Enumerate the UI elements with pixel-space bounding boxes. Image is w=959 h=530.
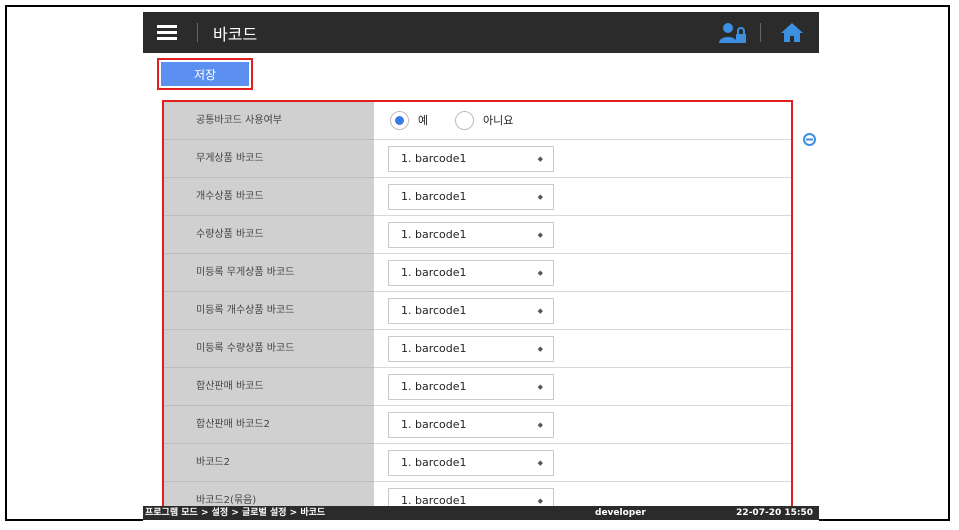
row-barcode-setting: 수량상품 바코드 1. barcode1 ◆ bbox=[164, 216, 791, 254]
select-value: 1. barcode1 bbox=[401, 190, 467, 203]
select-arrow-icon: ◆ bbox=[537, 231, 543, 239]
radio-no[interactable] bbox=[455, 111, 474, 130]
header-divider bbox=[760, 23, 761, 42]
row-label: 미등록 수량상품 바코드 bbox=[164, 330, 374, 368]
select-value: 1. barcode1 bbox=[401, 418, 467, 431]
select-value: 1. barcode1 bbox=[401, 152, 467, 165]
select-arrow-icon: ◆ bbox=[537, 269, 543, 277]
radio-yes[interactable] bbox=[390, 111, 409, 130]
datetime: 22-07-20 15:50 bbox=[736, 508, 813, 518]
row-barcode-setting: 미등록 무게상품 바코드 1. barcode1 ◆ bbox=[164, 254, 791, 292]
select-arrow-icon: ◆ bbox=[537, 383, 543, 391]
barcode-settings-form: 공통바코드 사용여부 예 아니요 무게상품 바코드 1. barcode1 ◆ 개… bbox=[162, 100, 793, 513]
status-bar: 프로그램 모드 > 설정 > 글로벌 설정 > 바코드 developer 22… bbox=[143, 506, 819, 520]
select-value: 1. barcode1 bbox=[401, 456, 467, 469]
row-value: 1. barcode1 ◆ bbox=[374, 254, 791, 292]
row-value: 1. barcode1 ◆ bbox=[374, 368, 791, 406]
select-arrow-icon: ◆ bbox=[537, 193, 543, 201]
top-bar: 바코드 bbox=[143, 12, 819, 53]
select-value: 1. barcode1 bbox=[401, 304, 467, 317]
row-barcode-setting: 미등록 수량상품 바코드 1. barcode1 ◆ bbox=[164, 330, 791, 368]
barcode-select[interactable]: 1. barcode1 ◆ bbox=[388, 450, 554, 476]
row-value: 1. barcode1 ◆ bbox=[374, 406, 791, 444]
save-button-label: 저장 bbox=[161, 62, 249, 86]
select-value: 1. barcode1 bbox=[401, 380, 467, 393]
row-label: 합산판매 바코드2 bbox=[164, 406, 374, 444]
radio-no-label: 아니요 bbox=[483, 114, 514, 127]
row-barcode-setting: 바코드2 1. barcode1 ◆ bbox=[164, 444, 791, 482]
current-user: developer bbox=[595, 508, 646, 518]
row-label: 무게상품 바코드 bbox=[164, 140, 374, 178]
barcode-select[interactable]: 1. barcode1 ◆ bbox=[388, 298, 554, 324]
barcode-select[interactable]: 1. barcode1 ◆ bbox=[388, 412, 554, 438]
row-value: 1. barcode1 ◆ bbox=[374, 140, 791, 178]
save-button[interactable]: 저장 bbox=[157, 58, 253, 90]
row-value: 1. barcode1 ◆ bbox=[374, 292, 791, 330]
user-lock-icon[interactable] bbox=[719, 22, 747, 44]
row-value: 1. barcode1 ◆ bbox=[374, 330, 791, 368]
breadcrumb: 프로그램 모드 > 설정 > 글로벌 설정 > 바코드 bbox=[145, 508, 326, 518]
row-barcode-setting: 무게상품 바코드 1. barcode1 ◆ bbox=[164, 140, 791, 178]
row-value: 1. barcode1 ◆ bbox=[374, 178, 791, 216]
row-label: 미등록 개수상품 바코드 bbox=[164, 292, 374, 330]
row-barcode-setting: 합산판매 바코드 1. barcode1 ◆ bbox=[164, 368, 791, 406]
barcode-select[interactable]: 1. barcode1 ◆ bbox=[388, 374, 554, 400]
header-divider bbox=[197, 23, 198, 42]
select-arrow-icon: ◆ bbox=[537, 421, 543, 429]
barcode-select[interactable]: 1. barcode1 ◆ bbox=[388, 336, 554, 362]
select-value: 1. barcode1 bbox=[401, 228, 467, 241]
barcode-select[interactable]: 1. barcode1 ◆ bbox=[388, 260, 554, 286]
row-label: 미등록 무게상품 바코드 bbox=[164, 254, 374, 292]
row-use-common-barcode: 공통바코드 사용여부 예 아니요 bbox=[164, 102, 791, 140]
row-value: 1. barcode1 ◆ bbox=[374, 444, 791, 482]
row-label: 합산판매 바코드 bbox=[164, 368, 374, 406]
row-label: 공통바코드 사용여부 bbox=[164, 102, 374, 140]
row-label: 개수상품 바코드 bbox=[164, 178, 374, 216]
select-value: 1. barcode1 bbox=[401, 342, 467, 355]
select-arrow-icon: ◆ bbox=[537, 345, 543, 353]
row-value: 1. barcode1 ◆ bbox=[374, 216, 791, 254]
page-title: 바코드 bbox=[213, 25, 258, 44]
hamburger-menu-icon[interactable] bbox=[157, 22, 179, 42]
barcode-select[interactable]: 1. barcode1 ◆ bbox=[388, 222, 554, 248]
radio-yes-label: 예 bbox=[418, 114, 429, 127]
row-label: 수량상품 바코드 bbox=[164, 216, 374, 254]
select-arrow-icon: ◆ bbox=[537, 307, 543, 315]
barcode-select[interactable]: 1. barcode1 ◆ bbox=[388, 146, 554, 172]
collapse-panel-icon[interactable] bbox=[803, 133, 816, 146]
select-arrow-icon: ◆ bbox=[537, 155, 543, 163]
select-arrow-icon: ◆ bbox=[537, 459, 543, 467]
app-window: 바코드 저장 공통바코드 사용여부 예 아니요 무게상품 바코드 1. barc… bbox=[143, 12, 819, 525]
row-barcode-setting: 개수상품 바코드 1. barcode1 ◆ bbox=[164, 178, 791, 216]
row-barcode-setting: 합산판매 바코드2 1. barcode1 ◆ bbox=[164, 406, 791, 444]
home-icon[interactable] bbox=[780, 21, 804, 43]
select-value: 1. barcode1 bbox=[401, 266, 467, 279]
row-barcode-setting: 미등록 개수상품 바코드 1. barcode1 ◆ bbox=[164, 292, 791, 330]
row-label: 바코드2 bbox=[164, 444, 374, 482]
barcode-select[interactable]: 1. barcode1 ◆ bbox=[388, 184, 554, 210]
row-value: 예 아니요 bbox=[374, 102, 791, 140]
